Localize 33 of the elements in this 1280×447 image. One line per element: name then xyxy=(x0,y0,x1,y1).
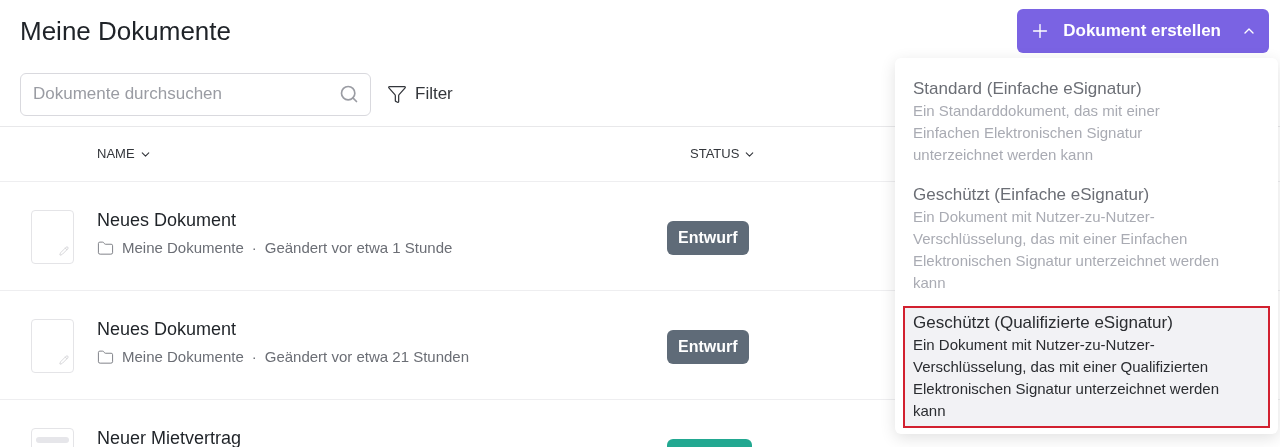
menu-item-description: Ein Dokument mit Nutzer-zu-Nutzer-Verschlüsselung, das mit einer Einfachen Elektronischen Signatur unterzeichnet werden kann xyxy=(913,207,1220,293)
page-title: Meine Dokumente xyxy=(20,18,231,44)
document-title[interactable]: Neuer Mietvertrag xyxy=(97,427,242,447)
search-field[interactable]: Dokumente durchsuchen xyxy=(20,72,371,116)
modified-time: Geändert vor etwa 1 Stunde xyxy=(264,238,453,258)
menu-item[interactable]: Geschützt (Einfache eSignatur) Ein Dokument mit Nutzer-zu-Nutzer-Verschlüsselung, das mit einer Einfachen Elektronischen Signatur unterzeichnet werden kann xyxy=(903,178,1270,300)
status-badge: Entwurf xyxy=(667,221,749,255)
status-badge: Entwurf xyxy=(667,330,749,364)
menu-item-description: Ein Dokument mit Nutzer-zu-Nutzer-Verschlüsselung, das mit einer Qualifizierten Elektronischen Signatur unterzeichnet werden kann xyxy=(913,335,1220,421)
pencil-icon xyxy=(59,355,69,365)
filter-icon xyxy=(387,84,407,104)
column-header[interactable]: NAME xyxy=(97,144,690,164)
menu-item[interactable]: Standard (Einfache eSignatur) Ein Standarddokument, das mit einer Einfachen Elektronischen Signatur unterzeichnet werden kann xyxy=(903,72,1270,172)
create-document-button[interactable]: Dokument erstellen xyxy=(1017,9,1269,53)
separator-dot: · xyxy=(251,238,257,258)
modified-time: Geändert vor etwa 21 Stunden xyxy=(264,347,470,367)
folder-name: Meine Dokumente xyxy=(122,347,244,367)
column-header[interactable]: STATUS xyxy=(690,144,757,164)
menu-item-title: Geschützt (Qualifizierte eSignatur) xyxy=(913,312,1174,334)
menu-item-description: Ein Standarddokument, das mit einer Einfachen Elektronischen Signatur unterzeichnet werden kann xyxy=(913,101,1161,165)
pencil-icon xyxy=(59,246,69,256)
menu-item-title: Standard (Einfache eSignatur) xyxy=(913,78,1143,100)
folder-icon xyxy=(97,348,114,366)
separator-dot: · xyxy=(251,347,257,367)
folder-icon xyxy=(97,239,114,257)
folder-name: Meine Dokumente xyxy=(122,238,244,258)
search-icon xyxy=(339,83,359,104)
document-title[interactable]: Neues Dokument xyxy=(97,318,237,340)
document-title[interactable]: Neues Dokument xyxy=(97,209,237,231)
menu-item-title: Geschützt (Einfache eSignatur) xyxy=(913,184,1151,206)
menu-item[interactable]: Geschützt (Qualifizierte eSignatur) Ein Dokument mit Nutzer-zu-Nutzer-Verschlüsselung, das mit einer Qualifizierten Elektronischen Signatur unterzeichnet werden kann xyxy=(903,306,1270,428)
filter-button[interactable]: Filter xyxy=(387,81,453,107)
text-lines-icon xyxy=(36,437,69,443)
